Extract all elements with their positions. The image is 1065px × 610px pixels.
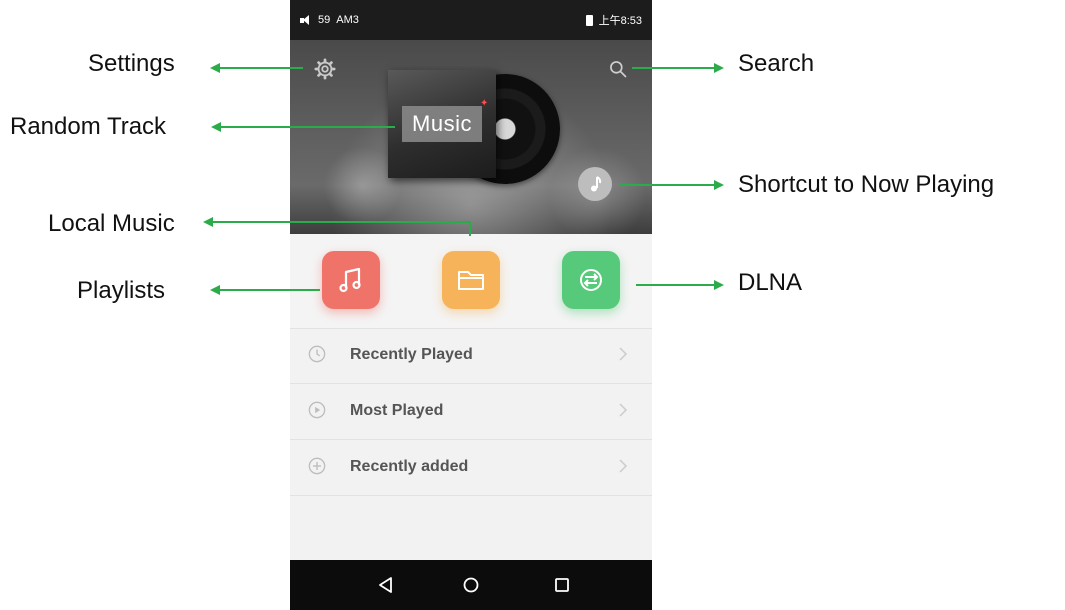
folder-icon	[458, 271, 484, 290]
phone-screen: 59 AM3 上午8:53 Music ✦ Recently Played Mo…	[290, 0, 652, 610]
list-item-label: Recently Played	[350, 346, 473, 363]
plus-circle-icon	[308, 457, 326, 475]
callout-search: Search	[738, 50, 815, 77]
music-note-icon	[591, 176, 602, 192]
local-music-button[interactable]	[442, 251, 500, 309]
hero-banner: Music ✦	[290, 40, 652, 234]
gear-icon[interactable]	[314, 58, 336, 80]
dlna-button[interactable]	[562, 251, 620, 309]
list-item-most-played[interactable]: Most Played	[290, 384, 652, 440]
quick-actions-row	[290, 234, 652, 329]
sparkle-icon: ✦	[480, 98, 489, 109]
album-cover-text: Music	[402, 106, 482, 142]
now-playing-shortcut-button[interactable]	[578, 167, 612, 201]
back-icon[interactable]	[376, 575, 396, 595]
navigation-bar	[290, 560, 652, 610]
play-circle-icon	[308, 401, 326, 419]
callout-playlists: Playlists	[77, 277, 166, 304]
album-cover: Music ✦	[388, 70, 496, 178]
music-note-icon	[339, 267, 361, 293]
callout-dlna: DLNA	[738, 269, 803, 296]
clock-icon	[308, 345, 326, 363]
signal-text: 59	[318, 14, 331, 26]
list-item-label: Recently added	[350, 458, 469, 475]
chevron-right-icon	[619, 403, 628, 417]
battery-icon	[585, 14, 593, 26]
library-list: Recently Played Most Played Recently add…	[290, 328, 652, 496]
search-icon[interactable]	[608, 59, 628, 79]
volume-icon	[300, 14, 312, 26]
playlists-button[interactable]	[322, 251, 380, 309]
chevron-right-icon	[619, 459, 628, 473]
status-left: 59 AM3	[300, 14, 359, 26]
list-item-recently-added[interactable]: Recently added	[290, 440, 652, 496]
list-item-recently-played[interactable]: Recently Played	[290, 328, 652, 384]
status-bar: 59 AM3 上午8:53	[290, 0, 652, 40]
chevron-right-icon	[619, 347, 628, 361]
home-icon[interactable]	[461, 575, 481, 595]
list-item-label: Most Played	[350, 402, 444, 419]
callout-random-track: Random Track	[10, 113, 167, 140]
random-track-album[interactable]: Music ✦	[388, 70, 568, 190]
callout-local-music: Local Music	[48, 210, 175, 237]
carrier-text: AM3	[336, 14, 359, 26]
status-right: 上午8:53	[585, 12, 642, 28]
clock-text: 上午8:53	[598, 15, 642, 27]
callout-now-playing: Shortcut to Now Playing	[738, 171, 995, 198]
callout-settings: Settings	[88, 50, 175, 77]
recents-icon[interactable]	[552, 575, 572, 595]
dlna-icon	[580, 269, 602, 291]
